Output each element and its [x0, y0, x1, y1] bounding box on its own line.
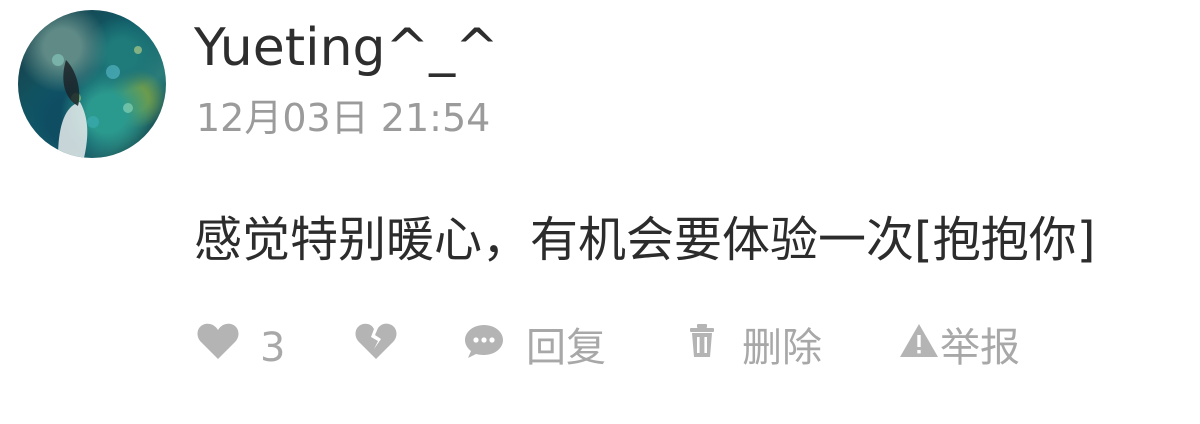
report-button[interactable]: 举报: [898, 318, 1020, 378]
like-count: 3: [260, 325, 286, 371]
timestamp: 12月03日 21:54: [196, 96, 491, 140]
heart-icon: [196, 318, 240, 378]
reply-label: 回复: [526, 325, 606, 371]
like-button[interactable]: 3: [196, 318, 285, 378]
warning-icon: [898, 318, 940, 378]
trash-icon: [682, 318, 722, 378]
broken-heart-icon: [354, 318, 398, 378]
avatar[interactable]: [18, 10, 166, 158]
avatar-image: [52, 46, 142, 158]
username[interactable]: Yueting^_^: [194, 18, 499, 78]
comment-actions: 3 回复 删除 举报: [196, 318, 1176, 378]
comment-item: Yueting^_^ 12月03日 21:54 感觉特别暖心，有机会要体验一次[…: [0, 0, 1200, 424]
report-label: 举报: [940, 325, 1020, 371]
reply-button[interactable]: 回复: [462, 318, 606, 378]
delete-button[interactable]: 删除: [682, 318, 822, 378]
dislike-button[interactable]: [354, 318, 398, 378]
chat-bubble-icon: [462, 318, 506, 378]
comment-text: 感觉特别暖心，有机会要体验一次[抱抱你]: [194, 212, 1096, 268]
delete-label: 删除: [742, 325, 822, 371]
